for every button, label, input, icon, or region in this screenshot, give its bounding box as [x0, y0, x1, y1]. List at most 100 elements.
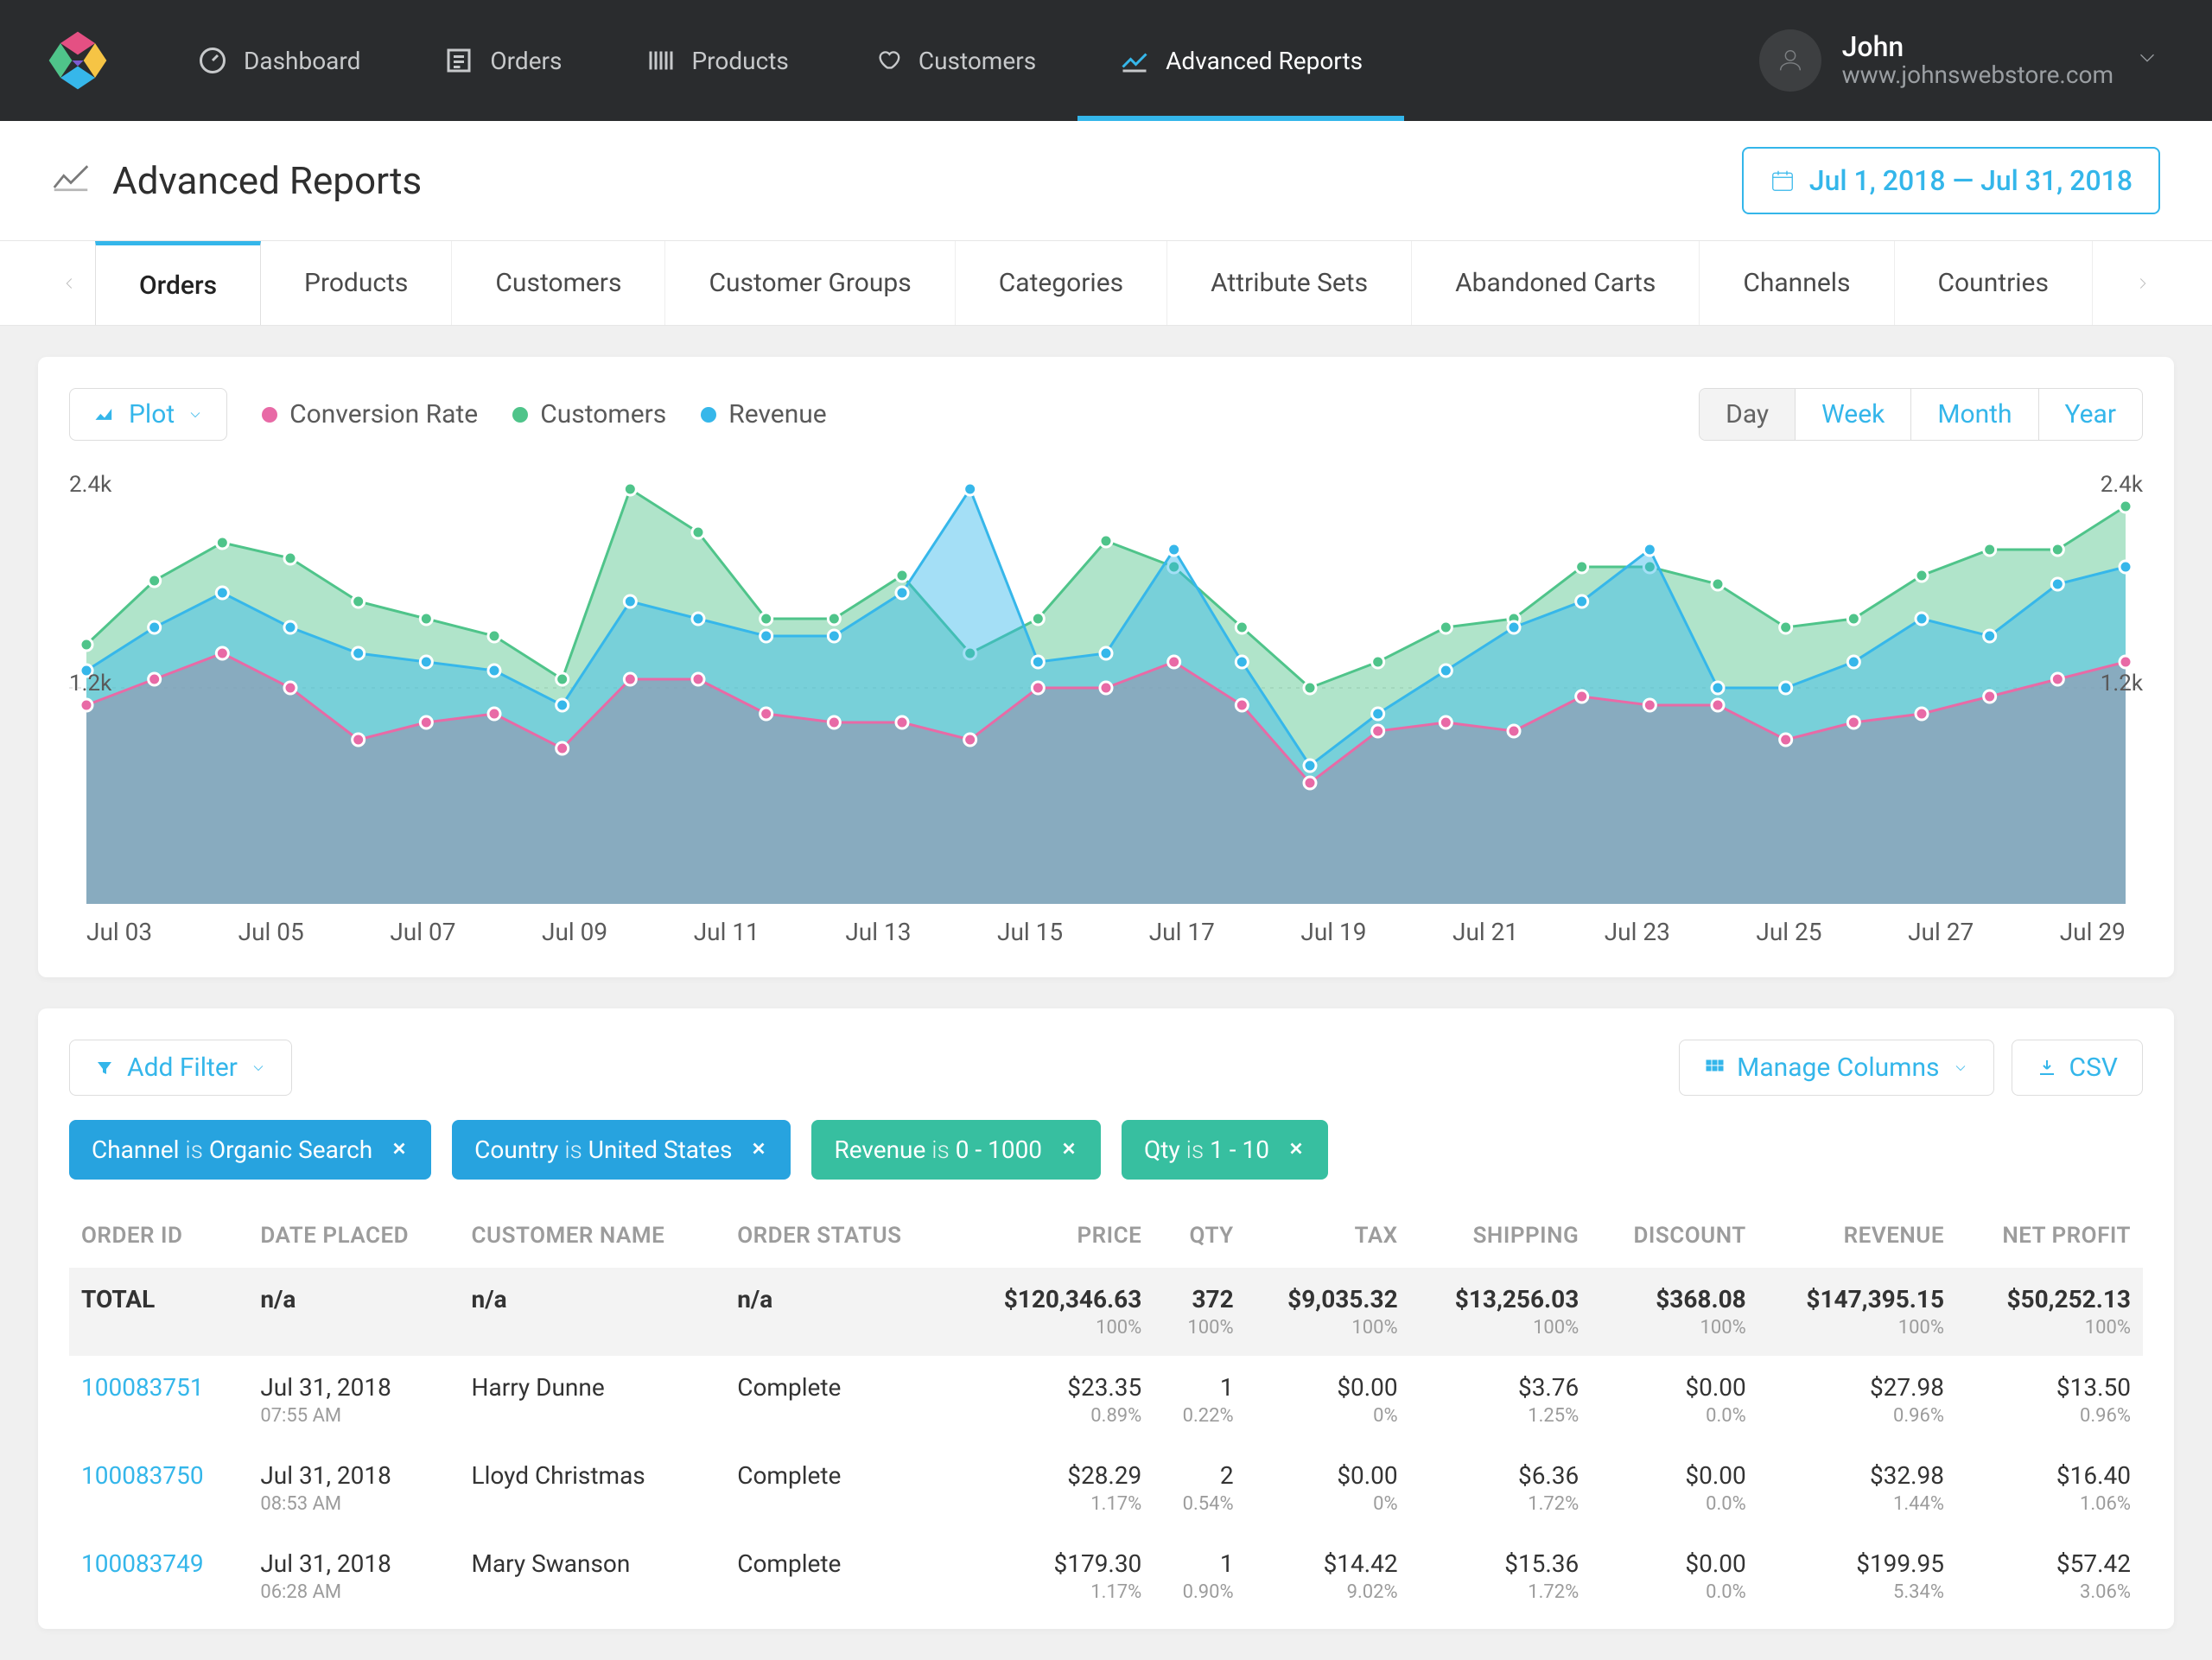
table-row: 100083749Jul 31, 201806:28 AMMary Swanso…: [69, 1532, 2143, 1620]
tab-channels[interactable]: Channels: [1700, 241, 1894, 325]
nav-label: Customers: [918, 47, 1036, 75]
nav-label: Advanced Reports: [1166, 47, 1363, 75]
x-tick: Jul 03: [86, 918, 152, 946]
x-tick: Jul 29: [2060, 918, 2126, 946]
orders-table: ORDER IDDATE PLACEDCUSTOMER NAMEORDER ST…: [69, 1204, 2143, 1620]
nav-label: Dashboard: [244, 47, 360, 75]
nav-dashboard[interactable]: Dashboard: [156, 0, 402, 121]
user-domain: www.johnswebstore.com: [1842, 62, 2113, 89]
y-tick-right-mid: 1.2k: [2101, 671, 2143, 696]
app-logo[interactable]: [0, 0, 156, 121]
date-range-picker[interactable]: Jul 1, 2018 — Jul 31, 2018: [1742, 147, 2160, 214]
table-row: 100083750Jul 31, 201808:53 AMLloyd Chris…: [69, 1444, 2143, 1532]
remove-filter-icon[interactable]: [1059, 1135, 1078, 1164]
x-tick: Jul 05: [238, 918, 304, 946]
legend-item[interactable]: Customers: [512, 399, 666, 429]
legend-label: Revenue: [728, 399, 826, 429]
filter-chip[interactable]: Channel is Organic Search: [69, 1120, 431, 1180]
order-link[interactable]: 100083750: [81, 1461, 204, 1490]
chart-svg: [69, 472, 2143, 904]
nav-advanced-reports[interactable]: Advanced Reports: [1077, 0, 1404, 121]
col-header[interactable]: QTY: [1154, 1204, 1245, 1268]
top-nav: Dashboard Orders Products Customers Adva…: [0, 0, 2212, 121]
x-tick: Jul 25: [1756, 918, 1821, 946]
csv-export-button[interactable]: CSV: [2012, 1040, 2143, 1096]
tabs-scroll-left[interactable]: [43, 241, 95, 325]
active-filters: Channel is Organic Search Country is Unit…: [69, 1120, 2143, 1180]
order-link[interactable]: 100083749: [81, 1549, 204, 1578]
y-tick-left-top: 2.4k: [69, 472, 111, 498]
filter-chip[interactable]: Revenue is 0 - 1000: [811, 1120, 1101, 1180]
col-header[interactable]: ORDER STATUS: [725, 1204, 956, 1268]
granularity-year[interactable]: Year: [2038, 389, 2142, 440]
tab-customer-groups[interactable]: Customer Groups: [665, 241, 955, 325]
manage-columns-button[interactable]: Manage Columns: [1679, 1040, 1993, 1096]
plot-dropdown[interactable]: Plot: [69, 388, 227, 441]
col-header[interactable]: DATE PLACED: [248, 1204, 459, 1268]
granularity-week[interactable]: Week: [1795, 389, 1910, 440]
legend-dot: [512, 407, 528, 423]
x-tick: Jul 09: [542, 918, 607, 946]
legend-dot: [262, 407, 277, 423]
chevron-down-icon: [2134, 45, 2160, 77]
filter-chip[interactable]: Qty is 1 - 10: [1122, 1120, 1328, 1180]
remove-filter-icon[interactable]: [1287, 1135, 1306, 1164]
chart-area: 2.4k 2.4k 1.2k 1.2k Jul 03Jul 05Jul 07Ju…: [69, 472, 2143, 946]
chevron-down-icon: [250, 1059, 267, 1077]
add-filter-button[interactable]: Add Filter: [69, 1040, 292, 1096]
tabs-scroll-right[interactable]: [2117, 241, 2169, 325]
order-link[interactable]: 100083751: [81, 1373, 204, 1402]
table-row: 100083751Jul 31, 201807:55 AMHarry Dunne…: [69, 1356, 2143, 1444]
tab-attribute-sets[interactable]: Attribute Sets: [1167, 241, 1412, 325]
y-tick-left-mid: 1.2k: [69, 671, 111, 696]
col-header[interactable]: NET PROFIT: [1956, 1204, 2143, 1268]
remove-filter-icon[interactable]: [749, 1135, 768, 1164]
col-header[interactable]: TAX: [1246, 1204, 1410, 1268]
report-tabs: OrdersProductsCustomersCustomer GroupsCa…: [0, 241, 2212, 326]
plot-label: Plot: [129, 399, 175, 429]
legend-item[interactable]: Revenue: [701, 399, 826, 429]
tab-categories[interactable]: Categories: [956, 241, 1167, 325]
col-header[interactable]: DISCOUNT: [1591, 1204, 1758, 1268]
legend-item[interactable]: Conversion Rate: [262, 399, 478, 429]
date-range-text: Jul 1, 2018 — Jul 31, 2018: [1809, 164, 2133, 197]
col-header[interactable]: PRICE: [956, 1204, 1154, 1268]
x-tick: Jul 19: [1300, 918, 1366, 946]
chart-legend: Conversion Rate Customers Revenue: [262, 399, 827, 429]
x-tick: Jul 17: [1149, 918, 1215, 946]
col-header[interactable]: ORDER ID: [69, 1204, 248, 1268]
col-header[interactable]: REVENUE: [1758, 1204, 1956, 1268]
remove-filter-icon[interactable]: [390, 1135, 409, 1164]
tab-abandoned-carts[interactable]: Abandoned Carts: [1412, 241, 1700, 325]
granularity-month[interactable]: Month: [1910, 389, 2037, 440]
granularity-switch: DayWeekMonthYear: [1699, 388, 2143, 441]
x-tick: Jul 23: [1605, 918, 1670, 946]
nav-products[interactable]: Products: [604, 0, 830, 121]
filter-chip[interactable]: Country is United States: [452, 1120, 791, 1180]
tab-orders[interactable]: Orders: [95, 241, 261, 325]
tab-customers[interactable]: Customers: [452, 241, 665, 325]
granularity-day[interactable]: Day: [1700, 389, 1795, 440]
tab-devi[interactable]: Devi: [2093, 241, 2117, 325]
nav-orders[interactable]: Orders: [402, 0, 603, 121]
calendar-icon: [1770, 168, 1796, 194]
chevron-down-icon: [187, 406, 204, 423]
legend-dot: [701, 407, 716, 423]
grid-icon: [1704, 1058, 1725, 1078]
tab-products[interactable]: Products: [261, 241, 452, 325]
user-menu[interactable]: John www.johnswebstore.com: [1733, 0, 2212, 121]
page-title: Advanced Reports: [112, 158, 422, 203]
chevron-down-icon: [1952, 1059, 1969, 1077]
total-row: TOTALn/an/an/a$120,346.63100%372100%$9,0…: [69, 1268, 2143, 1356]
add-filter-label: Add Filter: [127, 1053, 238, 1083]
tab-countries[interactable]: Countries: [1895, 241, 2093, 325]
x-tick: Jul 15: [997, 918, 1063, 946]
x-axis-labels: Jul 03Jul 05Jul 07Jul 09Jul 11Jul 13Jul …: [69, 904, 2143, 946]
avatar: [1759, 29, 1821, 92]
nav-customers[interactable]: Customers: [830, 0, 1077, 121]
col-header[interactable]: SHIPPING: [1410, 1204, 1592, 1268]
y-tick-right-top: 2.4k: [2101, 472, 2143, 498]
chart-card: Plot Conversion Rate Customers Revenue Day…: [38, 357, 2174, 977]
col-header[interactable]: CUSTOMER NAME: [460, 1204, 726, 1268]
legend-label: Customers: [540, 399, 666, 429]
